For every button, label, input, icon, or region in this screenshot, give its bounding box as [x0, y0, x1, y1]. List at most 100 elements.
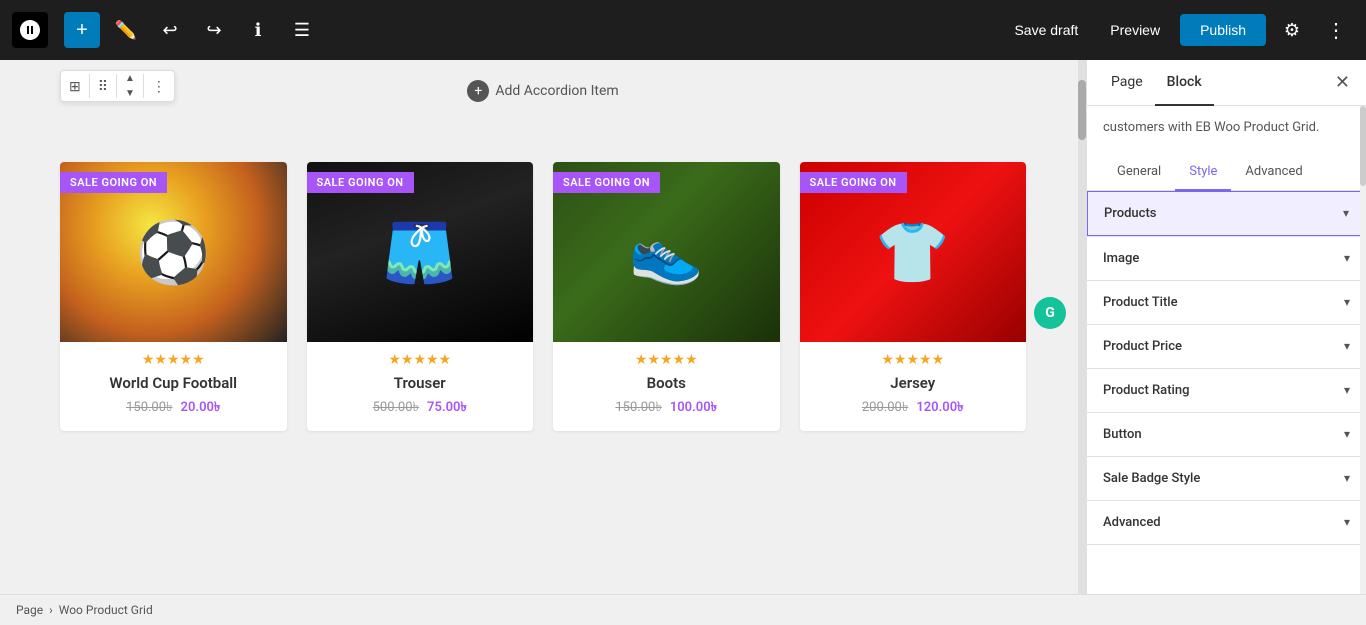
- accordion-item-product-rating: Product Rating ▾: [1087, 369, 1366, 413]
- redo-button[interactable]: ↪: [196, 12, 232, 48]
- more-options-button[interactable]: ⋮: [1318, 14, 1354, 47]
- accordion-chevron-advanced: ▾: [1344, 515, 1350, 529]
- tab-advanced[interactable]: Advanced: [1231, 154, 1316, 191]
- accordion-item-product-title: Product Title ▾: [1087, 281, 1366, 325]
- accordion-header-image[interactable]: Image ▾: [1087, 237, 1366, 280]
- edit-icon-button[interactable]: ✏️: [108, 12, 144, 48]
- product-prices: 200.00৳ 120.00৳: [800, 398, 1027, 431]
- undo-button[interactable]: ↩: [152, 12, 188, 48]
- editor-scrollbar-track[interactable]: [1078, 60, 1086, 594]
- breadcrumb-separator: ›: [49, 603, 53, 617]
- sidebar-scrollbar-track[interactable]: [1360, 106, 1366, 594]
- products-grid: ⚽ SALE GOING ON ★★★★★ World Cup Football…: [60, 122, 1026, 431]
- sale-badge: SALE GOING ON: [60, 172, 167, 193]
- accordion-item-image: Image ▾: [1087, 237, 1366, 281]
- sidebar-description: customers with EB Woo Product Grid.: [1087, 106, 1366, 154]
- accordion-chevron-product-title: ▾: [1344, 295, 1350, 309]
- block-drag-handle[interactable]: ⠿: [90, 72, 116, 101]
- accordion-chevron-product-price: ▾: [1344, 339, 1350, 353]
- breadcrumb-current: Woo Product Grid: [59, 603, 153, 617]
- grammarly-icon: G: [1034, 297, 1066, 329]
- accordion-header-sale-badge[interactable]: Sale Badge Style ▾: [1087, 457, 1366, 500]
- stars: ★★★★★: [635, 352, 698, 368]
- accordion-chevron-image: ▾: [1344, 251, 1350, 265]
- product-title: Trouser: [307, 374, 534, 398]
- block-move-down-button[interactable]: ▼: [117, 86, 143, 101]
- breadcrumb-page: Page: [16, 603, 43, 617]
- block-move-up-button[interactable]: ▲: [117, 71, 143, 86]
- accordion-header-product-rating[interactable]: Product Rating ▾: [1087, 369, 1366, 412]
- accordion-header-products[interactable]: Products ▾: [1087, 191, 1366, 236]
- accordion-header-advanced[interactable]: Advanced ▾: [1087, 501, 1366, 544]
- accordion-label-image: Image: [1103, 251, 1139, 266]
- accordion-chevron-button: ▾: [1344, 427, 1350, 441]
- sidebar-tabs: Page Block ✕: [1087, 60, 1366, 106]
- tab-general[interactable]: General: [1103, 154, 1175, 191]
- accordion-chevron-product-rating: ▾: [1344, 383, 1350, 397]
- accordion-header-product-title[interactable]: Product Title ▾: [1087, 281, 1366, 324]
- tab-style[interactable]: Style: [1175, 154, 1231, 191]
- sale-badge: SALE GOING ON: [307, 172, 414, 193]
- save-draft-button[interactable]: Save draft: [1002, 16, 1090, 44]
- accordion-item-product-price: Product Price ▾: [1087, 325, 1366, 369]
- main-toolbar: + ✏️ ↩ ↪ ℹ ☰ Save draft Preview Publish …: [0, 0, 1366, 60]
- editor-area: ⊞ ⠿ ▲ ▼ ⋮ + Add Accordion Item ⚽: [0, 60, 1086, 594]
- sale-price: 20.00৳: [181, 398, 221, 419]
- sale-price: 100.00৳: [670, 398, 717, 419]
- accordion-item-sale-badge: Sale Badge Style ▾: [1087, 457, 1366, 501]
- original-price: 150.00৳: [126, 398, 172, 419]
- tab-page[interactable]: Page: [1099, 60, 1155, 106]
- accordion-chevron-products: ▾: [1343, 206, 1349, 220]
- block-toolbar: ⊞ ⠿ ▲ ▼ ⋮: [60, 70, 175, 102]
- preview-button[interactable]: Preview: [1098, 16, 1172, 44]
- breadcrumb: Page › Woo Product Grid: [0, 594, 1366, 625]
- settings-button[interactable]: ⚙: [1274, 12, 1310, 48]
- product-title: Boots: [553, 374, 780, 398]
- product-prices: 150.00৳ 100.00৳: [553, 398, 780, 431]
- product-prices: 150.00৳ 20.00৳: [60, 398, 287, 431]
- sale-badge: SALE GOING ON: [800, 172, 907, 193]
- info-button[interactable]: ℹ: [240, 12, 276, 48]
- accordion-item-advanced: Advanced ▾: [1087, 501, 1366, 545]
- sale-price: 120.00৳: [916, 398, 963, 419]
- stars: ★★★★★: [142, 352, 205, 368]
- accordion-item-button: Button ▾: [1087, 413, 1366, 457]
- publish-button[interactable]: Publish: [1180, 14, 1266, 46]
- accordion-item-products: Products ▾: [1087, 191, 1366, 237]
- product-card: ⚽ SALE GOING ON ★★★★★ World Cup Football…: [60, 162, 287, 431]
- accordion-label-product-price: Product Price: [1103, 339, 1182, 354]
- original-price: 500.00৳: [373, 398, 419, 419]
- sidebar-content: customers with EB Woo Product Grid. Gene…: [1087, 106, 1366, 594]
- accordion-header-button[interactable]: Button ▾: [1087, 413, 1366, 456]
- original-price: 200.00৳: [862, 398, 908, 419]
- product-card: 👟 SALE GOING ON ★★★★★ Boots 150.00৳ 100.…: [553, 162, 780, 431]
- product-card: 🩳 SALE GOING ON ★★★★★ Trouser 500.00৳ 75…: [307, 162, 534, 431]
- product-card: 👕 SALE GOING ON ★★★★★ Jersey 200.00৳ 120…: [800, 162, 1027, 431]
- block-more-button[interactable]: ⋮: [144, 72, 174, 101]
- tab-block[interactable]: Block: [1155, 60, 1214, 106]
- editor-scrollbar-thumb[interactable]: [1078, 80, 1086, 140]
- sale-price: 75.00৳: [427, 398, 467, 419]
- list-view-button[interactable]: ☰: [284, 12, 320, 48]
- style-tabs: General Style Advanced: [1087, 154, 1366, 191]
- product-rating: ★★★★★: [800, 342, 1027, 374]
- product-title: Jersey: [800, 374, 1027, 398]
- main-area: ⊞ ⠿ ▲ ▼ ⋮ + Add Accordion Item ⚽: [0, 60, 1366, 594]
- block-grid-button[interactable]: ⊞: [61, 72, 89, 101]
- original-price: 150.00৳: [615, 398, 661, 419]
- add-accordion-icon: +: [467, 80, 489, 102]
- accordion-label-products: Products: [1104, 206, 1156, 221]
- product-rating: ★★★★★: [60, 342, 287, 374]
- accordion-chevron-sale-badge: ▾: [1344, 471, 1350, 485]
- add-block-button[interactable]: +: [64, 12, 100, 48]
- product-prices: 500.00৳ 75.00৳: [307, 398, 534, 431]
- product-title: World Cup Football: [60, 374, 287, 398]
- add-accordion-section: + Add Accordion Item: [60, 80, 1026, 102]
- accordion-label-sale-badge: Sale Badge Style: [1103, 471, 1200, 486]
- sidebar-scrollbar-thumb[interactable]: [1360, 106, 1366, 186]
- sidebar-close-button[interactable]: ✕: [1331, 68, 1354, 97]
- wordpress-logo: [12, 12, 48, 48]
- add-accordion-label[interactable]: Add Accordion Item: [495, 83, 618, 99]
- accordion-label-advanced: Advanced: [1103, 515, 1161, 530]
- accordion-header-product-price[interactable]: Product Price ▾: [1087, 325, 1366, 368]
